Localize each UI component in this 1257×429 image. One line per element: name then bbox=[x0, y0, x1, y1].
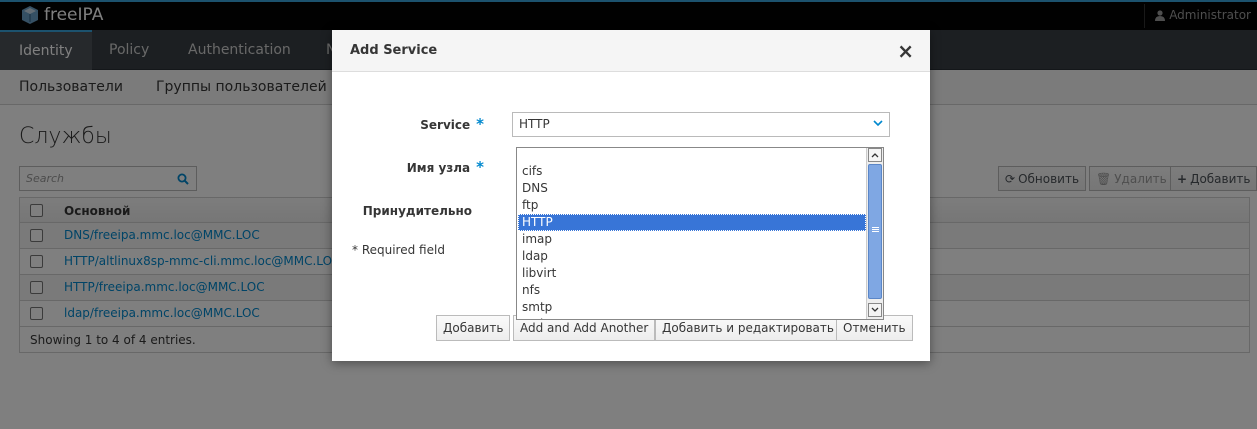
service-options-list[interactable]: cifs DNS ftp HTTP imap ldap libvirt nfs … bbox=[516, 147, 884, 320]
required-marker: * bbox=[476, 158, 484, 176]
service-option[interactable]: libvirt bbox=[518, 265, 866, 282]
service-selected-value: HTTP bbox=[519, 117, 550, 131]
add-service-dialog: Add Service × Service * Имя узла * Принуди… bbox=[332, 30, 930, 361]
service-option[interactable]: smtp bbox=[518, 299, 866, 316]
list-scrollbar[interactable] bbox=[866, 148, 883, 319]
chevron-down-icon bbox=[871, 307, 879, 312]
thumb-grip bbox=[872, 227, 879, 228]
scroll-thumb[interactable] bbox=[868, 164, 882, 299]
force-label: Принудительно bbox=[362, 204, 472, 218]
service-label: Service bbox=[420, 118, 471, 132]
force-field-label: Принудительно bbox=[363, 204, 472, 218]
service-option-selected[interactable]: HTTP bbox=[518, 214, 866, 231]
close-icon[interactable]: × bbox=[897, 39, 914, 63]
required-marker: * bbox=[476, 115, 484, 133]
service-field-label: Service * bbox=[420, 115, 484, 133]
host-field-label: Имя узла * bbox=[407, 158, 484, 176]
service-select[interactable]: HTTP bbox=[512, 112, 890, 137]
dialog-header: Add Service × bbox=[332, 30, 930, 72]
service-option[interactable]: smb bbox=[518, 316, 866, 319]
chevron-down-icon bbox=[873, 120, 883, 127]
add-button[interactable]: Добавить bbox=[436, 315, 511, 341]
chevron-up-icon bbox=[871, 153, 879, 158]
service-option[interactable]: ldap bbox=[518, 248, 866, 265]
host-label: Имя узла bbox=[406, 161, 471, 175]
service-option[interactable]: imap bbox=[518, 231, 866, 248]
service-option[interactable]: nfs bbox=[518, 282, 866, 299]
scroll-down-button[interactable] bbox=[868, 303, 882, 317]
dialog-title: Add Service bbox=[350, 43, 438, 58]
service-option[interactable]: DNS bbox=[518, 180, 866, 197]
required-field-note: * Required field bbox=[352, 243, 445, 257]
service-option[interactable]: cifs bbox=[518, 163, 866, 180]
service-option[interactable]: ftp bbox=[518, 197, 866, 214]
scroll-up-button[interactable] bbox=[868, 148, 882, 162]
